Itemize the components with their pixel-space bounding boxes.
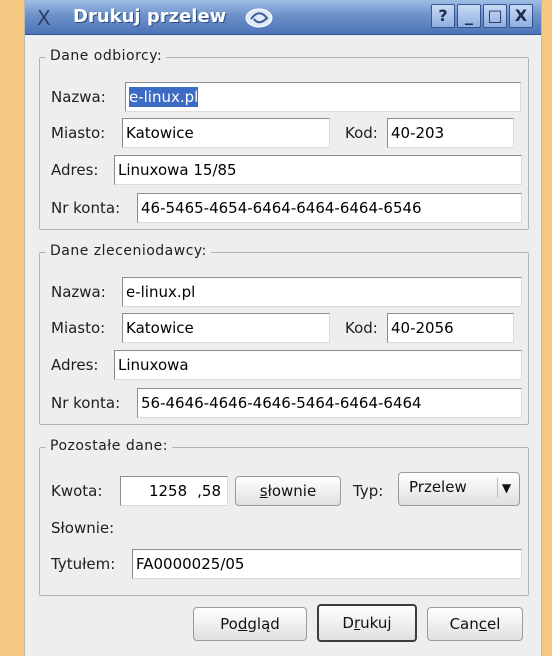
- title-field[interactable]: FA0000025/05: [132, 549, 522, 579]
- sender-group: Dane zleceniodawcy: Nazwa: e-linux.pl Mi…: [39, 243, 529, 425]
- amount-label: Kwota:: [51, 482, 103, 500]
- maximize-button[interactable]: □: [483, 4, 507, 28]
- in-words-button-shortcut: s: [259, 482, 268, 500]
- cancel-button-label-post: el: [487, 615, 501, 633]
- sender-city-field[interactable]: Katowice: [122, 313, 330, 343]
- print-button-label-pre: D: [342, 614, 354, 632]
- sender-account-label: Nr konta:: [51, 394, 121, 412]
- sender-address-field[interactable]: Linuxowa: [114, 350, 522, 380]
- dropdown-arrow-icon[interactable]: ▼: [497, 478, 515, 498]
- preview-button-shortcut: d: [237, 615, 248, 633]
- recipient-zip-label: Kod:: [345, 124, 378, 142]
- sender-address-label: Adres:: [51, 356, 99, 374]
- print-button-label-post: ukuj: [360, 614, 392, 632]
- type-label: Typ:: [353, 482, 384, 500]
- sender-name-label: Nazwa:: [51, 283, 106, 301]
- window-menu-icon[interactable]: X: [37, 6, 51, 30]
- sender-group-title: Dane zleceniodawcy:: [46, 243, 211, 259]
- cancel-button[interactable]: Cancel: [427, 607, 523, 641]
- amount-gr-value: ,58: [197, 482, 221, 500]
- recipient-name-label: Nazwa:: [51, 88, 106, 106]
- recipient-group: Dane odbiorcy: Nazwa: e-linux.pl Miasto:…: [39, 48, 529, 230]
- type-combobox-value: Przelew: [409, 478, 467, 496]
- recipient-address-label: Adres:: [51, 161, 99, 179]
- recipient-zip-field[interactable]: 40-203: [387, 118, 514, 148]
- sender-name-field[interactable]: e-linux.pl: [122, 277, 522, 307]
- close-button[interactable]: X: [509, 4, 533, 28]
- sender-city-label: Miasto:: [51, 319, 106, 337]
- preview-button[interactable]: Podgląd: [193, 607, 307, 641]
- recipient-account-label: Nr konta:: [51, 199, 121, 217]
- type-combobox[interactable]: Przelew ▼: [398, 472, 520, 506]
- sender-zip-field[interactable]: 40-2056: [387, 313, 514, 343]
- title-label: Tytułem:: [51, 555, 116, 573]
- cancel-button-label-pre: Can: [449, 615, 479, 633]
- amount-zl-value: 1258: [148, 482, 188, 500]
- other-data-group: Pozostałe dane: Kwota: 1258 ,58 słownie T…: [39, 438, 529, 596]
- amount-field[interactable]: 1258 ,58: [120, 476, 228, 506]
- in-words-button[interactable]: słownie: [235, 476, 341, 506]
- recipient-name-value: e-linux.pl: [129, 87, 199, 107]
- cancel-button-shortcut: c: [478, 615, 488, 633]
- other-data-group-title: Pozostałe dane:: [46, 438, 172, 454]
- sender-zip-label: Kod:: [345, 319, 378, 337]
- recipient-address-field[interactable]: Linuxowa 15/85: [114, 155, 522, 185]
- app-swirl-icon: [245, 8, 273, 28]
- preview-button-label-pre: Po: [220, 615, 238, 633]
- recipient-name-field[interactable]: e-linux.pl: [125, 82, 521, 112]
- title-bar[interactable]: X Drukuj przelew ? _ □ X: [25, 0, 541, 35]
- in-words-button-label-post: łownie: [267, 482, 317, 500]
- sender-account-field[interactable]: 56-4646-4646-4646-5464-6464-6464: [137, 388, 522, 418]
- minimize-button[interactable]: _: [457, 4, 481, 28]
- print-button[interactable]: Drukuj: [317, 604, 417, 642]
- recipient-city-label: Miasto:: [51, 124, 106, 142]
- window-title: Drukuj przelew: [73, 6, 227, 27]
- print-transfer-dialog: X Drukuj przelew ? _ □ X Dane odbiorcy: …: [24, 0, 542, 656]
- recipient-account-field[interactable]: 46-5465-4654-6464-6464-6464-6546: [137, 193, 522, 223]
- recipient-city-field[interactable]: Katowice: [122, 118, 330, 148]
- in-words-label: Słownie:: [51, 519, 115, 537]
- recipient-group-title: Dane odbiorcy:: [46, 48, 167, 64]
- preview-button-label-post: gląd: [247, 615, 280, 633]
- help-button[interactable]: ?: [431, 4, 455, 28]
